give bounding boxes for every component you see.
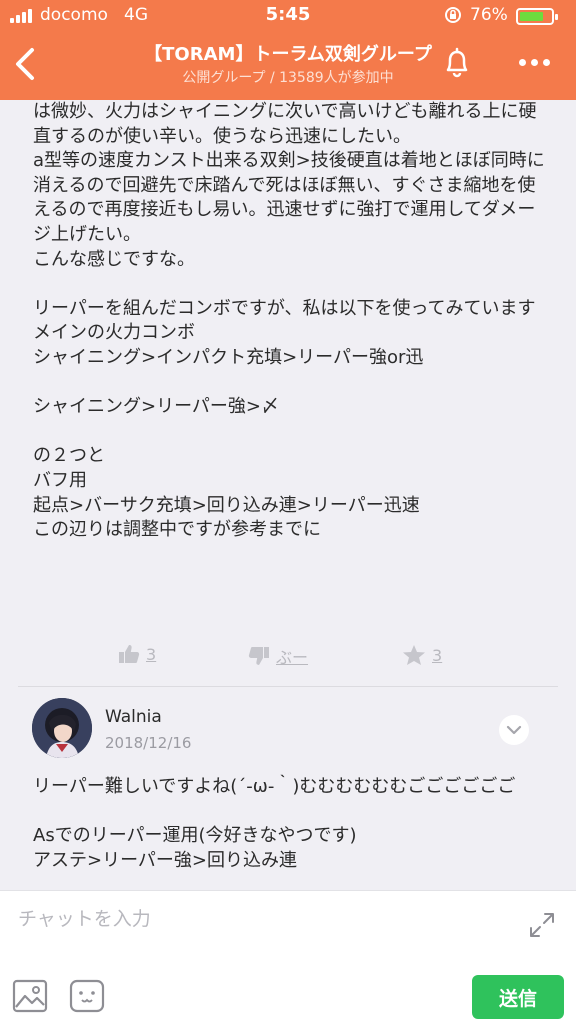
notification-button[interactable] (437, 42, 477, 82)
thumbs-down-icon (248, 647, 269, 665)
divider (18, 686, 558, 687)
comment-text: リーパー難しいですよね(´-ω-｀)むむむむむむごごごごごご Asでのリーパー運… (33, 776, 516, 871)
send-button[interactable]: 送信 (472, 975, 564, 1019)
comment-date: 2018/12/16 (105, 734, 192, 752)
boo-label: ぶー (276, 648, 309, 667)
sticker-icon (69, 979, 105, 1013)
star-icon (403, 645, 425, 665)
expand-icon (530, 913, 554, 937)
chat-input-bar: 送信 (0, 890, 576, 1024)
more-options-button[interactable] (512, 48, 556, 76)
rotation-lock-icon (444, 6, 462, 28)
battery-percent: 76% (470, 5, 508, 25)
comment-author[interactable]: Walnia (105, 707, 162, 727)
post-text: は微妙、火力はシャイニングに次いで高いけども離れる上に硬直するのが使い辛い。使う… (33, 101, 545, 541)
thread-content[interactable]: は微妙、火力はシャイニングに次いで高いけども離れる上に硬直するのが使い辛い。使う… (0, 100, 576, 890)
like-button[interactable]: 3 (118, 644, 156, 664)
like-count: 3 (146, 644, 157, 664)
status-bar: docomo 4G 5:45 76% (0, 0, 576, 30)
battery-icon (516, 8, 558, 25)
back-button[interactable] (6, 42, 46, 86)
avatar[interactable] (32, 698, 92, 758)
boo-button[interactable]: ぶー (248, 644, 308, 668)
comment-menu-button[interactable] (499, 715, 529, 745)
bell-icon (446, 47, 468, 78)
sticker-button[interactable] (68, 979, 106, 1013)
thumbs-up-icon (119, 645, 140, 663)
back-icon (16, 48, 34, 80)
star-button[interactable]: 3 (402, 644, 442, 666)
image-icon (12, 979, 48, 1013)
post-reactions: 3 ぶー 3 (0, 644, 576, 668)
image-button[interactable] (12, 979, 48, 1013)
more-icon (518, 58, 526, 66)
avatar-image (32, 698, 92, 758)
chevron-down-icon (506, 725, 522, 735)
chat-input[interactable] (18, 903, 498, 935)
star-count: 3 (432, 645, 443, 665)
expand-input-button[interactable] (526, 909, 558, 941)
app-header: docomo 4G 5:45 76% 【TORAM】トーラム双剣グループ 公開グ… (0, 0, 576, 100)
